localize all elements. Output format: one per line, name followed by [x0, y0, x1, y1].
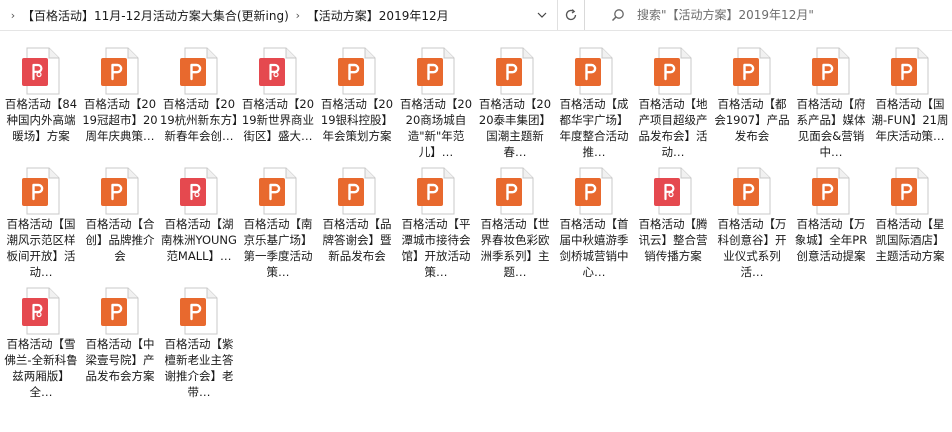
breadcrumb: › 【百格活动】11月-12月活动方案大集合(更新ing) › 【活动方案】20… — [6, 0, 451, 30]
file-name: 百格活动【府系产品】媒体见面会&营销中… — [796, 97, 866, 159]
chevron-right-icon: › — [10, 8, 16, 22]
ppt-file-icon — [335, 46, 379, 96]
file-name: 百格活动【星凯国际酒店】主题活动方案 — [875, 217, 945, 263]
file-item[interactable]: 百格活动【紫檀新老业主答谢推介会】老带… — [160, 276, 238, 399]
file-name: 百格活动【合创】品牌推介会 — [85, 217, 155, 263]
ppt-file-icon — [19, 166, 63, 216]
chevron-down-icon — [537, 12, 547, 18]
file-item[interactable]: 百格活动【腾讯云】整合营销传播方案 — [634, 156, 712, 268]
file-item[interactable]: 百格活动【成都华宇广场】年度整合活动推… — [555, 36, 633, 159]
file-name: 百格活动【平潭城市接待会馆】开放活动策… — [401, 217, 471, 279]
ppt-file-icon — [98, 46, 142, 96]
ppt-file-icon — [414, 46, 458, 96]
file-name: 百格活动【紫檀新老业主答谢推介会】老带… — [164, 337, 234, 399]
file-item[interactable]: 百格活动【万象城】全年PR创意活动提案 — [792, 156, 870, 268]
pdf-file-icon — [19, 46, 63, 96]
file-item[interactable]: 百格活动【国潮风示范区样板间开放】活动… — [2, 156, 80, 279]
file-item[interactable]: 百格活动【湖南株洲YOUNG范MALL】… — [160, 156, 238, 268]
file-item[interactable]: 百格活动【都会1907】产品发布会 — [713, 36, 791, 148]
file-name: 百格活动【国潮风示范区样板间开放】活动… — [6, 217, 76, 279]
file-item[interactable]: 百格活动【地产项目超级产品发布会】活动… — [634, 36, 712, 159]
file-name: 百格活动【84种国内外高端暖场】方案 — [4, 97, 78, 143]
file-item[interactable]: 百格活动【2020泰丰集团】国潮主题新春… — [476, 36, 554, 159]
file-item[interactable]: 百格活动【万科创意谷】开业仪式系列活… — [713, 156, 791, 279]
file-name: 百格活动【2020商场城自造"新"年范儿】… — [399, 97, 473, 159]
refresh-icon — [565, 9, 577, 21]
file-item[interactable]: 百格活动【国潮-FUN】21周年庆活动策… — [871, 36, 949, 148]
file-name: 百格活动【品牌答谢会】暨新品发布会 — [322, 217, 392, 263]
address-bar[interactable]: › 【百格活动】11月-12月活动方案大集合(更新ing) › 【活动方案】20… — [0, 0, 585, 30]
file-name: 百格活动【2019杭州新东方】新春年会创… — [160, 97, 238, 143]
file-item[interactable]: 百格活动【星凯国际酒店】主题活动方案 — [871, 156, 949, 268]
ppt-file-icon — [572, 46, 616, 96]
ppt-file-icon — [888, 166, 932, 216]
file-name: 百格活动【腾讯云】整合营销传播方案 — [638, 217, 708, 263]
ppt-file-icon — [414, 166, 458, 216]
breadcrumb-item-parent[interactable]: 【百格活动】11月-12月活动方案大集合(更新ing) — [20, 7, 291, 24]
ppt-file-icon — [98, 286, 142, 336]
refresh-button[interactable] — [557, 0, 584, 30]
file-name: 百格活动【首届中秋嬉游季剑桥城营销中心… — [559, 217, 629, 279]
file-item[interactable]: 百格活动【府系产品】媒体见面会&营销中… — [792, 36, 870, 159]
file-item[interactable]: 百格活动【2019新世界商业街区】盛大… — [239, 36, 317, 148]
file-item[interactable]: 百格活动【南京乐基广场】第一季度活动策… — [239, 156, 317, 279]
pdf-file-icon — [256, 46, 300, 96]
file-item[interactable]: 百格活动【2019银科控股】年会策划方案 — [318, 36, 396, 148]
file-item[interactable]: 百格活动【中梁壹号院】产品发布会方案 — [81, 276, 159, 388]
ppt-file-icon — [493, 46, 537, 96]
file-item[interactable]: 百格活动【2019杭州新东方】新春年会创… — [160, 36, 238, 148]
ppt-file-icon — [98, 166, 142, 216]
file-item[interactable]: 百格活动【品牌答谢会】暨新品发布会 — [318, 156, 396, 268]
file-item[interactable]: 百格活动【84种国内外高端暖场】方案 — [2, 36, 80, 148]
file-item[interactable]: 百格活动【平潭城市接待会馆】开放活动策… — [397, 156, 475, 279]
ppt-file-icon — [335, 166, 379, 216]
pdf-file-icon — [19, 286, 63, 336]
file-name: 百格活动【2020泰丰集团】国潮主题新春… — [478, 97, 552, 159]
file-name: 百格活动【地产项目超级产品发布会】活动… — [638, 97, 708, 159]
file-name: 百格活动【2019新世界商业街区】盛大… — [241, 97, 315, 143]
file-name: 百格活动【2019银科控股】年会策划方案 — [320, 97, 394, 143]
file-name: 百格活动【万科创意谷】开业仪式系列活… — [717, 217, 787, 279]
ppt-file-icon — [730, 166, 774, 216]
file-name: 百格活动【国潮-FUN】21周年庆活动策… — [871, 97, 949, 143]
ppt-file-icon — [730, 46, 774, 96]
ppt-file-icon — [177, 286, 221, 336]
chevron-right-icon[interactable]: › — [291, 9, 305, 22]
file-name: 百格活动【2019冠超市】20周年庆典策… — [82, 97, 158, 143]
ppt-file-icon — [256, 166, 300, 216]
pdf-file-icon — [177, 166, 221, 216]
file-name: 百格活动【都会1907】产品发布会 — [714, 97, 790, 143]
file-item[interactable]: 百格活动【首届中秋嬉游季剑桥城营销中心… — [555, 156, 633, 279]
pdf-file-icon — [651, 166, 695, 216]
ppt-file-icon — [493, 166, 537, 216]
ppt-file-icon — [809, 166, 853, 216]
ppt-file-icon — [888, 46, 932, 96]
address-history-dropdown[interactable] — [532, 0, 552, 30]
file-name: 百格活动【万象城】全年PR创意活动提案 — [794, 217, 868, 263]
file-item[interactable]: 百格活动【2020商场城自造"新"年范儿】… — [397, 36, 475, 159]
search-box[interactable] — [597, 0, 952, 30]
file-name: 百格活动【雪佛兰-全新科鲁兹两厢版】全… — [4, 337, 78, 399]
file-item[interactable]: 百格活动【2019冠超市】20周年庆典策… — [81, 36, 159, 148]
ppt-file-icon — [809, 46, 853, 96]
search-input[interactable] — [637, 8, 937, 22]
file-name: 百格活动【成都华宇广场】年度整合活动推… — [559, 97, 629, 159]
file-name: 百格活动【中梁壹号院】产品发布会方案 — [85, 337, 155, 383]
ppt-file-icon — [177, 46, 221, 96]
file-item[interactable]: 百格活动【世界春妆色彩欧洲季系列】主题… — [476, 156, 554, 279]
file-name: 百格活动【湖南株洲YOUNG范MALL】… — [161, 217, 237, 263]
ppt-file-icon — [651, 46, 695, 96]
breadcrumb-item-current[interactable]: 【活动方案】2019年12月 — [305, 7, 451, 24]
file-name: 百格活动【南京乐基广场】第一季度活动策… — [243, 217, 313, 279]
file-item[interactable]: 百格活动【雪佛兰-全新科鲁兹两厢版】全… — [2, 276, 80, 399]
ppt-file-icon — [572, 166, 616, 216]
file-item[interactable]: 百格活动【合创】品牌推介会 — [81, 156, 159, 268]
explorer-toolbar: › 【百格活动】11月-12月活动方案大集合(更新ing) › 【活动方案】20… — [0, 0, 952, 31]
search-icon — [611, 9, 624, 22]
file-name: 百格活动【世界春妆色彩欧洲季系列】主题… — [480, 217, 550, 279]
